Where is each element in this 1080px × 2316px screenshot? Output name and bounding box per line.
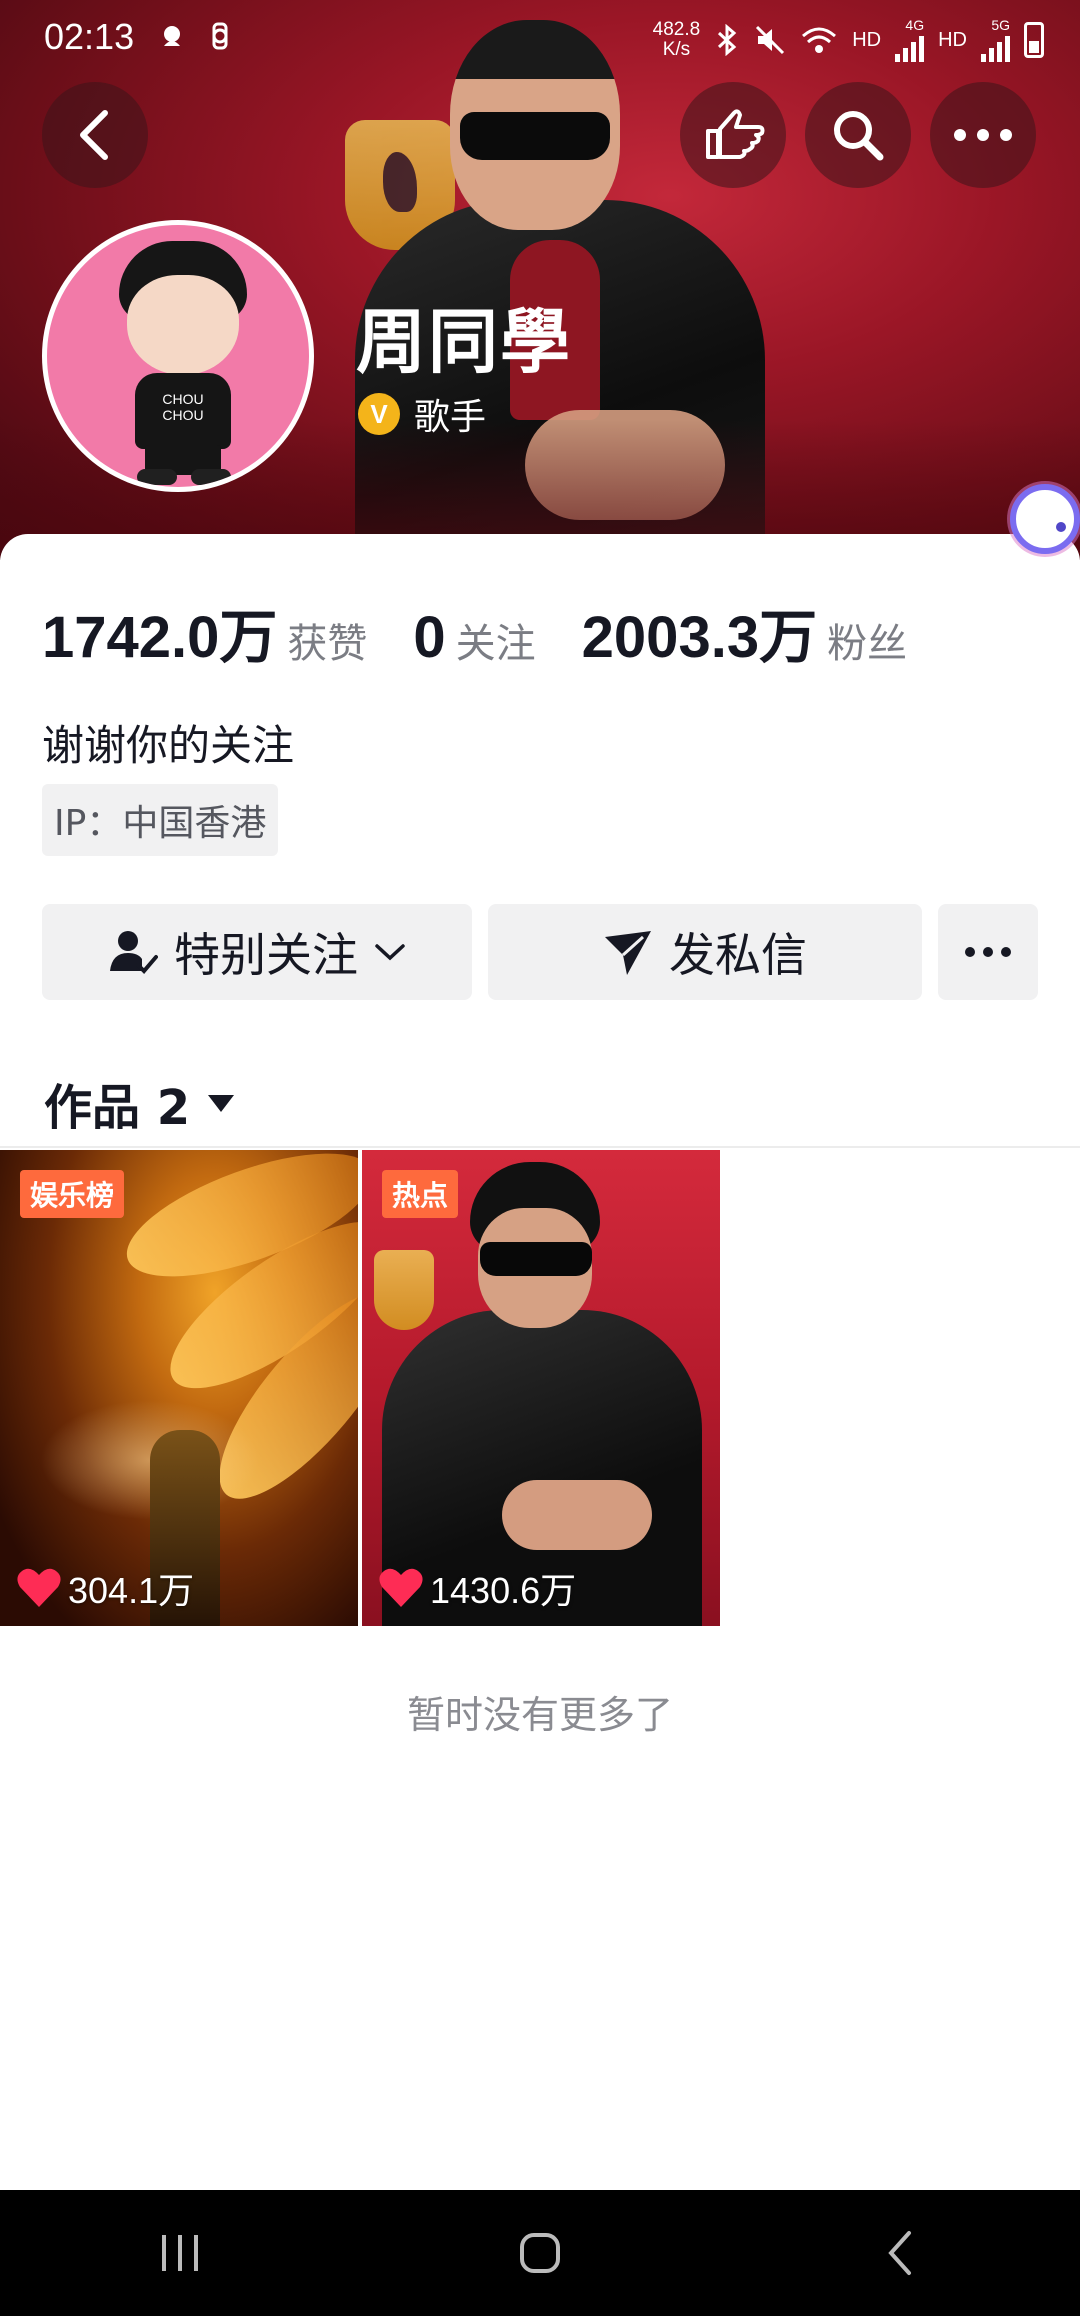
avatar-shoe-left [137,469,177,485]
notification-app-icon [164,26,180,46]
stat-likes-label: 获赞 [287,621,368,667]
work-item-2[interactable]: 热点 1430.6万 [362,1150,720,1626]
status-indicators: 482.8 K/s HD 4G HD 5G [653,18,1044,62]
profile-bio: 谢谢你的关注 [42,721,295,770]
verified-role: V 歌手 [358,388,486,440]
action-buttons: 特别关注 发私信 [42,904,1038,1000]
send-message-button[interactable]: 发私信 [488,904,922,1000]
stat-following-label: 关注 [455,621,536,667]
work-likes-count: 1430.6万 [430,1570,577,1611]
recent-apps-button[interactable] [120,2213,240,2293]
avatar-shirt-print: CHOU CHOU [162,391,204,423]
verified-role-label: 歌手 [414,397,487,438]
work-likes-count: 304.1万 [68,1570,195,1611]
search-icon [834,111,884,161]
signal-strength-1: 4G [895,17,925,62]
work-badge: 热点 [382,1170,459,1218]
signal-type-1: 4G [905,17,925,33]
status-time: 02:13 [44,16,135,57]
ip-location-tag: IP：中国香港 [42,784,279,856]
pointing-hand-icon [706,109,765,159]
stat-following[interactable]: 0 关注 [413,604,535,671]
tab-works[interactable]: 作品 2 [44,1068,236,1138]
send-message-label: 发私信 [669,928,807,982]
more-options-button[interactable] [930,82,1036,188]
bluetooth-icon [718,24,737,56]
status-bar: 02:13 482.8 K/s HD 4G HD 5G [0,0,1080,80]
wifi-icon [802,27,837,53]
more-icon [954,129,1012,141]
user-check-icon [110,931,158,974]
poke-button[interactable] [680,82,786,188]
verified-badge-icon: V [358,393,400,435]
caret-down-icon [208,1095,235,1112]
heart-icon [17,1568,61,1607]
back-button[interactable] [42,82,148,188]
signal-strength-2: 5G [981,18,1010,62]
search-button[interactable] [805,82,911,188]
network-speed: 482.8 K/s [653,20,701,60]
network-speed-unit: K/s [662,39,691,60]
stats-row: 1742.0万 获赞 0 关注 2003.3万 粉丝 [42,590,953,674]
signal-type-2: 5G [991,17,1010,33]
hd-indicator-2: HD [938,28,967,51]
profile-name: 周同學 [356,301,572,383]
no-more-content-note: 暂时没有更多了 [406,1693,673,1737]
stat-likes[interactable]: 1742.0万 获赞 [42,590,367,674]
floating-assistant-bubble[interactable] [1010,484,1080,554]
banner-person-sunglasses [460,112,610,160]
stat-followers-label: 粉丝 [827,621,908,667]
stat-followers[interactable]: 2003.3万 粉丝 [582,590,907,674]
home-button[interactable] [480,2213,600,2293]
recent-apps-icon [162,2235,198,2271]
network-speed-value: 482.8 [652,19,701,40]
work-likes: 1430.6万 [378,1562,576,1614]
special-follow-label: 特别关注 [174,928,358,982]
stat-likes-value: 1742.0万 [42,605,278,670]
stat-following-value: 0 [413,605,446,670]
system-nav-bar [0,2190,1080,2316]
watch-icon [212,22,228,50]
avatar-face [127,275,239,375]
more-dots-icon [965,947,1011,957]
special-follow-button[interactable]: 特别关注 [42,904,472,1000]
signal-bars-1-icon [895,32,925,62]
tab-works-label: 作品 2 [44,1080,191,1136]
work-badge: 娱乐榜 [20,1170,125,1218]
work-likes: 304.1万 [16,1562,194,1614]
verified-badge-letter: V [370,398,388,429]
heart-icon [379,1568,423,1607]
stat-followers-value: 2003.3万 [581,605,818,670]
avatar[interactable]: CHOU CHOU [42,220,314,492]
avatar-shoe-right [191,469,231,485]
mute-icon [756,25,785,55]
chevron-down-icon [375,944,405,961]
battery-icon [1024,22,1044,58]
system-back-button[interactable] [840,2213,960,2293]
profile-card: 1742.0万 获赞 0 关注 2003.3万 粉丝 谢谢你的关注 IP：中国香… [0,534,1080,2190]
send-icon [605,931,651,975]
more-actions-button[interactable] [938,904,1038,1000]
system-back-icon [888,2231,911,2275]
back-icon [80,110,108,160]
ferrari-logo-backdrop [374,1250,434,1330]
signal-bars-2-icon [981,32,1010,62]
person-sunglasses [480,1242,592,1276]
person-hands [502,1480,652,1550]
hd-indicator-1: HD [852,28,882,51]
work-item-1[interactable]: 娱乐榜 304.1万 [0,1150,358,1626]
home-icon [520,2233,560,2273]
tab-divider [0,1146,1080,1148]
works-grid: 娱乐榜 304.1万 热点 1430.6万 [0,1150,720,1626]
